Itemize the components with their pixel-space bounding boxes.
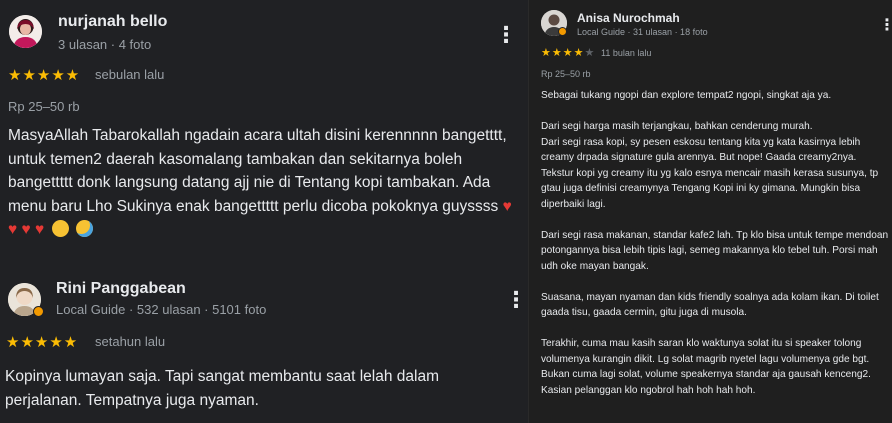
- user-avatar-icon: [9, 15, 42, 48]
- reviewer-meta: Local Guide · 31 ulasan · 18 foto: [577, 27, 708, 37]
- review-paragraph: Dari segi harga masih terjangkau, bahkan…: [541, 121, 879, 210]
- reviews-panel-right: Anisa Nurochmah Local Guide · 31 ulasan …: [528, 0, 892, 423]
- review-text: Kopinya lumayan saja. Tapi sangat memban…: [5, 368, 439, 409]
- reviews-panel-left: nurjanah bello 3 ulasan · 4 foto ⋮ ★★★★★…: [0, 0, 528, 423]
- rating-stars: ★★★★★: [6, 334, 79, 351]
- more-vertical-icon[interactable]: ⋮: [495, 24, 517, 46]
- reviewer-meta: Local Guide · 532 ulasan · 5101 foto: [56, 302, 267, 317]
- review-paragraph: Dari segi rasa makanan, standar kafe2 la…: [541, 229, 889, 272]
- review-text: MasyaAllah Tabarokallah ngadain acara ul…: [8, 127, 507, 215]
- more-vertical-icon[interactable]: ⋮: [505, 289, 527, 311]
- local-guide-badge-icon: [558, 27, 567, 36]
- reviewer-meta: 3 ulasan · 4 foto: [58, 37, 152, 52]
- reviewer-name[interactable]: Rini Panggabean: [56, 280, 186, 298]
- smiling-face-icon: [51, 220, 69, 238]
- empty-star: ★: [584, 47, 596, 59]
- sweat-smile-face-icon: [75, 220, 93, 238]
- review-time: sebulan lalu: [95, 67, 165, 82]
- more-vertical-icon[interactable]: ⋮: [879, 18, 892, 34]
- reviewer-name[interactable]: nurjanah bello: [58, 13, 167, 31]
- review-text-block: MasyaAllah Tabarokallah ngadain acara ul…: [8, 124, 513, 242]
- price-range: Rp 25–50 rb: [541, 69, 591, 79]
- rating-stars: ★★★★★: [541, 46, 595, 59]
- review-time: setahun lalu: [95, 334, 166, 349]
- reviewer-name[interactable]: Anisa Nurochmah: [577, 11, 680, 25]
- review-paragraph: Sebagai tukang ngopi dan explore tempat2…: [541, 90, 832, 101]
- review-text-block: Sebagai tukang ngopi dan explore tempat2…: [541, 88, 891, 414]
- price-range: Rp 25–50 rb: [8, 99, 80, 114]
- review-paragraph: Terakhir, cuma mau kasih saran klo waktu…: [541, 338, 871, 396]
- filled-stars: ★★★★: [541, 47, 585, 59]
- review-time: 11 bulan lalu: [601, 48, 652, 58]
- local-guide-badge-icon: [33, 306, 44, 317]
- reviewer-avatar[interactable]: [9, 15, 42, 48]
- rating-stars: ★★★★★: [8, 67, 81, 84]
- review-paragraph: Suasana, mayan nyaman dan kids friendly …: [541, 291, 879, 319]
